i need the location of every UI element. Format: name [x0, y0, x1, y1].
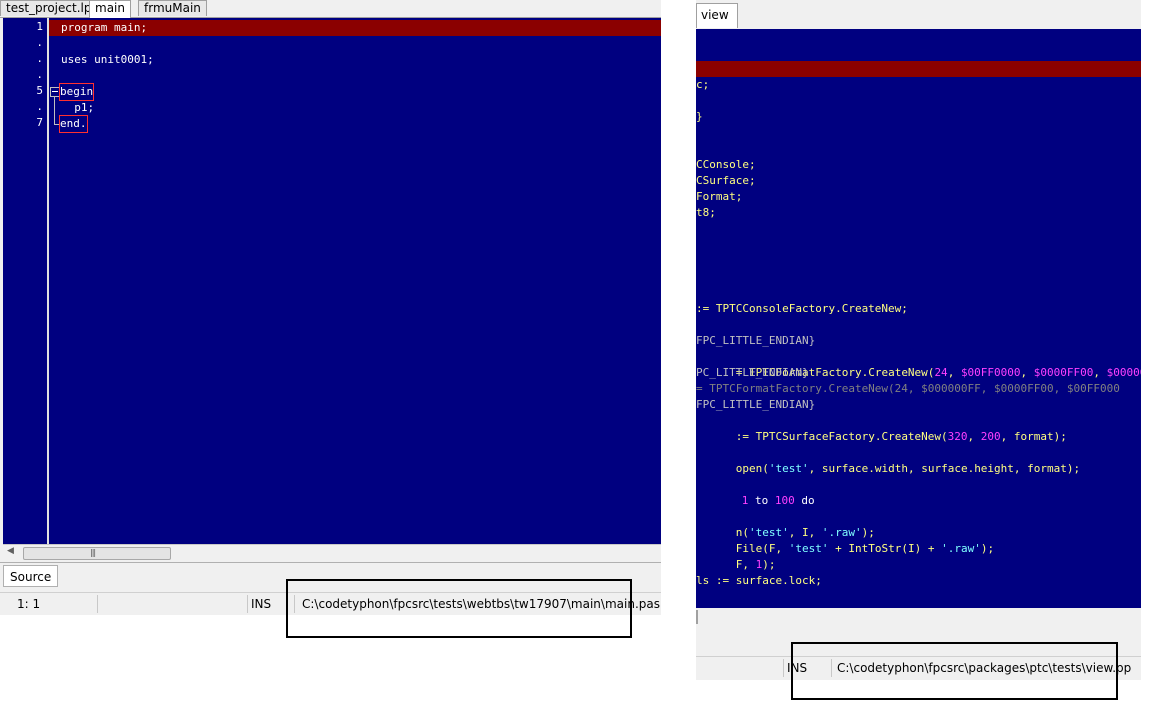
- tab-main[interactable]: main: [89, 0, 131, 18]
- code-line: 1 to 100 do: [696, 477, 815, 507]
- fold-collapse-icon[interactable]: [50, 87, 60, 97]
- code-line: FPC_LITTLE_ENDIAN}: [696, 334, 816, 347]
- code-token: 100: [774, 494, 795, 507]
- code-token: to: [748, 494, 775, 507]
- code-token: ,: [1093, 366, 1107, 379]
- code-token: 'test': [768, 462, 809, 475]
- status-divider: [97, 595, 98, 613]
- code-line-7: end.: [59, 115, 88, 133]
- line-number: .: [36, 52, 43, 65]
- code-token: 200: [980, 430, 1001, 443]
- scrollbar-thumb[interactable]: |||: [23, 547, 171, 560]
- code-token: ,: [1020, 366, 1034, 379]
- code-token: , surface.width, surface.height, format)…: [808, 462, 1081, 475]
- line-number: .: [36, 68, 43, 81]
- code-line-5: begin: [58, 83, 95, 101]
- fold-line: [54, 97, 55, 124]
- scroll-left-icon[interactable]: ◀: [7, 546, 14, 556]
- left-tab-strip: test_project.lpr main frmuMain: [0, 0, 661, 18]
- line-number-gutter: 1 . . . 5 . 7: [3, 18, 47, 544]
- code-token: F,: [735, 558, 756, 571]
- code-token: $000000F: [1106, 366, 1141, 379]
- code-token: $0000FF00: [1033, 366, 1094, 379]
- code-line: }: [696, 110, 703, 123]
- line-number: 5: [36, 84, 43, 97]
- horizontal-scrollbar[interactable]: ◀ |||: [3, 544, 661, 561]
- code-token: ,: [967, 430, 981, 443]
- code-line-1: program main;: [61, 21, 148, 34]
- code-line: CConsole;: [696, 158, 756, 171]
- tab-source[interactable]: Source: [3, 565, 59, 587]
- code-token: );: [980, 542, 995, 555]
- code-editor-right[interactable]: c; } CConsole; CSurface; Format; t8; := …: [696, 29, 1141, 608]
- annotation-box-right-path: [791, 642, 1118, 700]
- tab-test-project-lpr[interactable]: test_project.lpr: [0, 0, 103, 16]
- gutter-separator: [47, 18, 49, 544]
- code-line: File(F, 'test' + IntToStr(I) + '.raw');: [696, 525, 994, 555]
- code-token: 'test': [788, 542, 829, 555]
- tab-view[interactable]: view: [696, 3, 738, 28]
- code-line: FPC_LITTLE_ENDIAN}: [696, 398, 816, 411]
- code-token: $00FF0000: [960, 366, 1021, 379]
- code-line: t8;: [696, 206, 716, 219]
- code-token: + IntToStr(I) +: [828, 542, 942, 555]
- line-number: .: [36, 36, 43, 49]
- code-line: open('test', surface.width, surface.heig…: [696, 445, 1080, 475]
- code-line: CSurface;: [696, 174, 756, 187]
- scrollbar-thumb[interactable]: [696, 610, 698, 624]
- code-line: F, 1);: [696, 541, 776, 571]
- line-number: 7: [36, 116, 43, 129]
- code-line: n('test', I, '.raw');: [696, 509, 875, 539]
- status-divider: [247, 595, 248, 613]
- current-line-highlight: [696, 61, 1141, 77]
- fold-end: [54, 124, 59, 125]
- insert-mode: INS: [251, 597, 272, 611]
- code-token: , format);: [1000, 430, 1067, 443]
- code-token: ,: [947, 366, 961, 379]
- code-line: := TPTCConsoleFactory.CreateNew;: [696, 302, 908, 315]
- left-editor-window: test_project.lpr main frmuMain 1 . . . 5…: [0, 0, 661, 615]
- code-token: 320: [947, 430, 968, 443]
- code-token: := TPTCSurfaceFactory.CreateNew(: [735, 430, 948, 443]
- code-editor[interactable]: 1 . . . 5 . 7 program main; uses unit000…: [3, 18, 661, 544]
- code-token: );: [762, 558, 776, 571]
- code-line-3: uses unit0001;: [61, 53, 154, 66]
- horizontal-scrollbar-right[interactable]: [696, 608, 1141, 628]
- code-line: := TPTCSurfaceFactory.CreateNew(320, 200…: [696, 413, 1067, 443]
- code-line: Format;: [696, 190, 743, 203]
- line-number: .: [36, 100, 43, 113]
- right-editor-window: view c; } CConsole; CSurface; Format; t8…: [696, 0, 1141, 680]
- code-line: PC_LITTLE_ENDIAN}: [696, 366, 809, 379]
- tab-frmumain[interactable]: frmuMain: [138, 0, 207, 16]
- status-divider: [783, 659, 784, 677]
- line-number: 1: [36, 20, 43, 33]
- right-tab-strip: view: [696, 0, 1141, 28]
- code-line: c;: [696, 78, 710, 91]
- code-line: ls := surface.lock;: [696, 574, 822, 587]
- code-token: do: [794, 494, 815, 507]
- code-line: = TPTCFormatFactory.CreateNew(24, $00000…: [696, 382, 1120, 395]
- annotation-box-left-path: [286, 579, 632, 638]
- code-line: = TPTCFormatFactory.CreateNew(24, $00FF0…: [696, 349, 1141, 379]
- code-line-6: p1;: [61, 101, 95, 114]
- code-token: 24: [934, 366, 948, 379]
- code-token: '.raw': [941, 542, 981, 555]
- cursor-position: 1: 1: [17, 597, 41, 611]
- code-token: open(: [735, 462, 769, 475]
- code-token: 1: [741, 494, 749, 507]
